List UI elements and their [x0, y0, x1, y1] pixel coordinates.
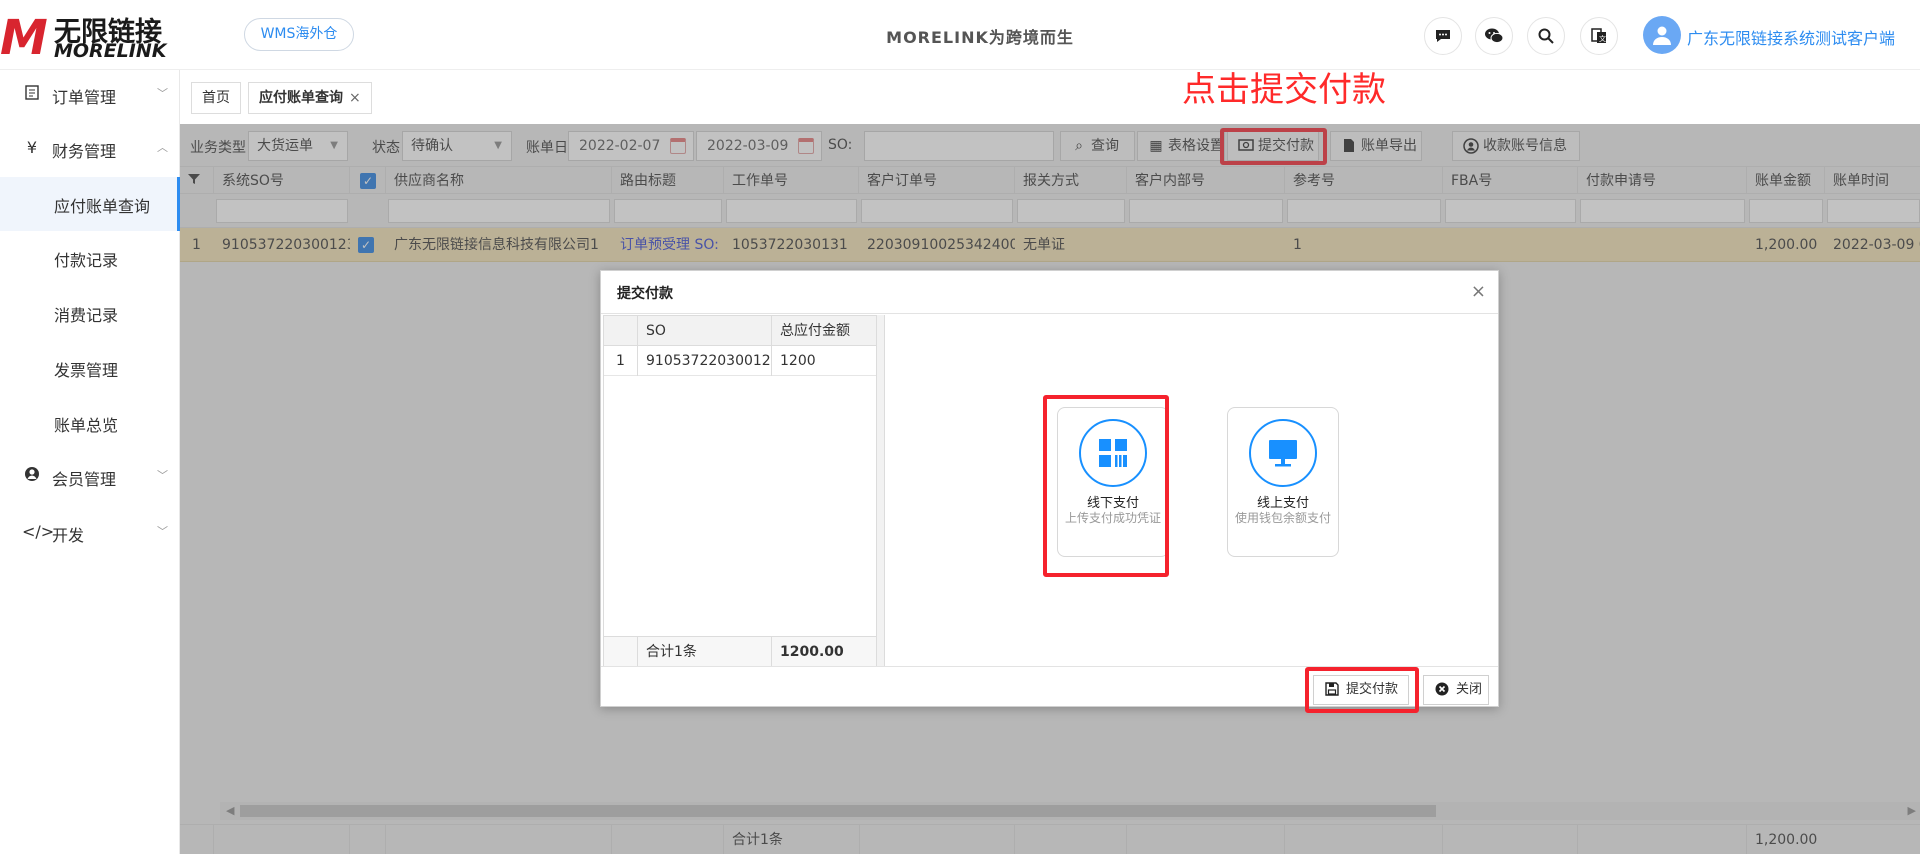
- payment-method-area: 线下支付 上传支付成功凭证 线上支付 使用钱包余额支付: [885, 315, 1498, 666]
- sidebar-group-orders[interactable]: 订单管理 ﹀: [0, 74, 180, 114]
- close-circle-icon: [1435, 682, 1449, 700]
- chevron-down-icon: ﹀: [157, 87, 168, 100]
- monitor-icon: [1249, 419, 1317, 487]
- sidebar-group-label: 订单管理: [52, 88, 117, 107]
- sidebar-item-bill-overview[interactable]: 账单总览: [0, 396, 180, 450]
- sidebar-item-label: 账单总览: [54, 416, 119, 435]
- sidebar-group-label: 财务管理: [52, 142, 117, 161]
- footer-total: 1200.00: [780, 644, 844, 660]
- wms-button[interactable]: WMS海外仓: [244, 18, 354, 51]
- sidebar-item-invoice-management[interactable]: 发票管理: [0, 341, 180, 395]
- index-header: [604, 316, 638, 346]
- sidebar-item-payable-bills[interactable]: 应付账单查询: [0, 177, 180, 231]
- col-header-total-payable[interactable]: 总应付金额: [772, 316, 876, 346]
- tab-label: 应付账单查询: [259, 90, 343, 106]
- user-name[interactable]: 广东无限链接系统测试客户端: [1687, 25, 1895, 49]
- cell-amount: 1200: [780, 353, 816, 369]
- table-header: SO 总应付金额: [604, 316, 876, 346]
- highlight-box-dialog-submit: [1305, 667, 1419, 713]
- cell-so: 910537220300123: [638, 346, 772, 376]
- chevron-down-icon: ﹀: [157, 469, 168, 482]
- highlight-box-offline: [1043, 395, 1169, 577]
- sidebar-item-label: 消费记录: [54, 306, 119, 325]
- online-payment-option[interactable]: 线上支付 使用钱包余额支付: [1227, 407, 1339, 557]
- close-label: 关闭: [1456, 682, 1483, 697]
- sidebar: 订单管理 ﹀ ¥ 财务管理 ︿ 应付账单查询 付款记录 消费记录 发票管理 账单…: [0, 70, 180, 854]
- wechat-icon[interactable]: [1475, 17, 1513, 55]
- tab-payable-bills[interactable]: 应付账单查询 ×: [248, 82, 372, 114]
- table-footer: 合计1条 1200.00: [604, 636, 876, 667]
- top-header: M 无限链接 MORELINK WMS海外仓 MORELINK为跨境而生 文 广…: [0, 0, 1920, 70]
- code-icon: </>: [22, 522, 55, 541]
- close-icon[interactable]: ×: [1471, 281, 1486, 302]
- sidebar-item-label: 付款记录: [54, 251, 119, 270]
- sidebar-item-payment-records[interactable]: 付款记录: [0, 231, 180, 285]
- footer-count: 合计1条: [638, 637, 772, 667]
- slogan: MORELINK为跨境而生: [886, 28, 1074, 47]
- online-subtitle: 使用钱包余额支付: [1234, 511, 1331, 525]
- col-header-so[interactable]: SO: [638, 316, 772, 346]
- user-icon: [22, 466, 42, 486]
- divider: [601, 313, 1498, 314]
- morelink-logo[interactable]: M 无限链接 MORELINK: [0, 8, 175, 66]
- yen-icon: ¥: [26, 138, 38, 157]
- tab-bar: 首页 应付账单查询 ×: [180, 70, 1920, 124]
- sidebar-group-finance[interactable]: ¥ 财务管理 ︿: [0, 128, 180, 168]
- submit-payment-dialog: 提交付款 × SO 总应付金额 1 910537220300123 1200 合…: [600, 270, 1499, 713]
- table-row[interactable]: 1 910537220300123 1200: [604, 346, 876, 376]
- tab-home[interactable]: 首页: [191, 82, 241, 114]
- search-icon[interactable]: [1527, 17, 1565, 55]
- dialog-title: 提交付款: [617, 286, 673, 302]
- sidebar-group-label: 会员管理: [52, 470, 117, 489]
- table-scrollbar[interactable]: [877, 315, 885, 666]
- dialog-close-button[interactable]: 关闭: [1423, 675, 1489, 705]
- sidebar-group-develop[interactable]: </> 开发 ﹀: [0, 512, 180, 552]
- sidebar-item-consumption-records[interactable]: 消费记录: [0, 286, 180, 340]
- user-avatar[interactable]: [1643, 16, 1681, 54]
- order-icon: [22, 84, 42, 104]
- logo-mark: M: [0, 10, 48, 66]
- sidebar-item-label: 发票管理: [54, 361, 119, 380]
- footer-cell: [604, 637, 638, 667]
- translate-icon[interactable]: 文: [1580, 17, 1618, 55]
- chevron-down-icon: ﹀: [157, 525, 168, 538]
- sidebar-item-label: 应付账单查询: [54, 197, 151, 216]
- chevron-up-icon: ︿: [157, 141, 168, 154]
- sidebar-group-label: 开发: [52, 526, 85, 545]
- logo-en-text: MORELINK: [54, 40, 167, 62]
- chat-bubble-icon[interactable]: [1424, 17, 1462, 55]
- svg-text:文: 文: [1599, 34, 1606, 43]
- close-icon[interactable]: ×: [349, 90, 361, 106]
- payment-so-table: SO 总应付金额 1 910537220300123 1200 合计1条 120…: [603, 315, 877, 667]
- sidebar-group-members[interactable]: 会员管理 ﹀: [0, 456, 180, 496]
- row-index: 1: [604, 346, 638, 376]
- annotation-text: 点击提交付款: [1182, 70, 1386, 110]
